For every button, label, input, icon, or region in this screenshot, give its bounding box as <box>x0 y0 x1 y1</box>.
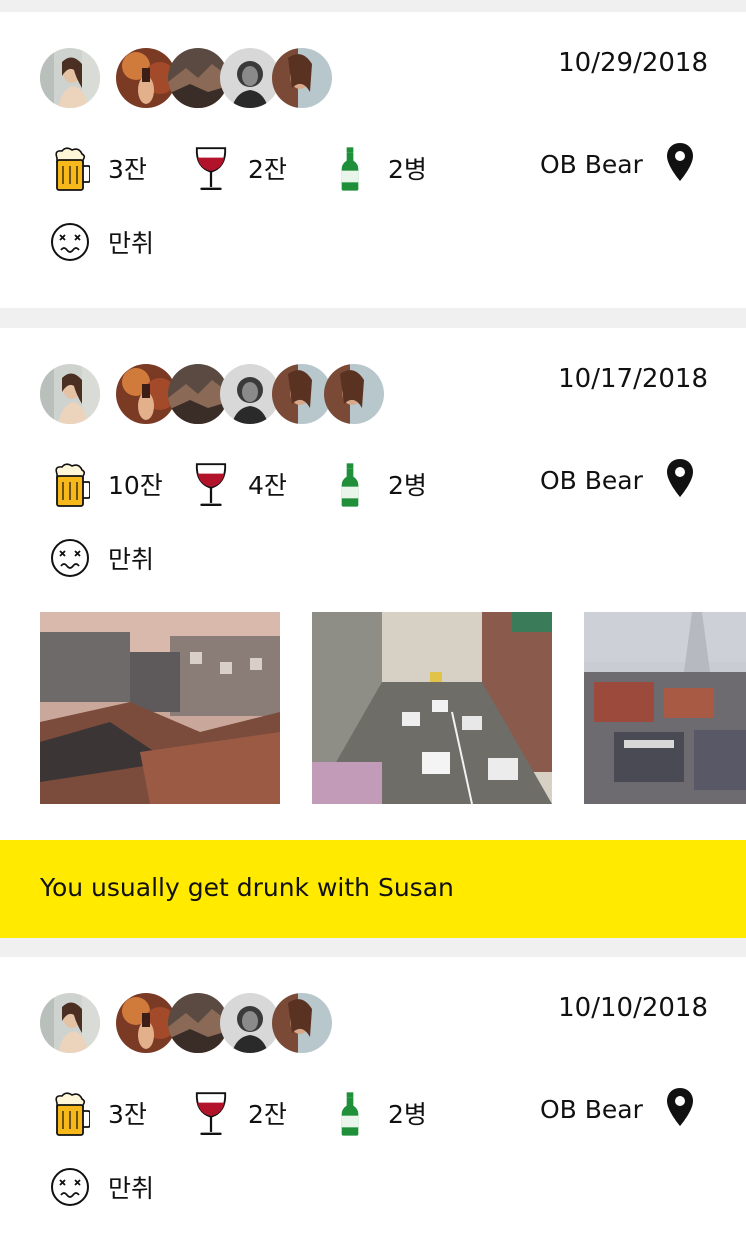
wine-count: 4잔 <box>248 471 287 500</box>
place-name[interactable]: OB Bear <box>540 466 643 495</box>
wine-glass-icon <box>194 1091 228 1137</box>
drunk-status-row: 만취 <box>0 1163 300 1213</box>
friend-avatar[interactable] <box>116 48 176 108</box>
friend-avatar[interactable] <box>168 993 228 1053</box>
drink-stats-row: 3잔 2잔 2병 OB Bear <box>0 138 746 198</box>
drink-stats-row: 10잔 4잔 2병 OB Bear <box>0 454 746 514</box>
beer-mug-icon <box>50 462 90 510</box>
dizzy-face-icon <box>50 222 90 262</box>
friend-avatar[interactable] <box>116 364 176 424</box>
drunk-status-row: 만취 <box>0 218 300 268</box>
friend-avatar[interactable] <box>272 48 332 108</box>
drink-log-card[interactable]: 10/29/2018 3잔 2잔 2병 OB Bear 만취 <box>0 12 746 308</box>
photo-thumbnail[interactable] <box>312 612 552 804</box>
drink-stats-row: 3잔 2잔 2병 OB Bear <box>0 1083 746 1143</box>
photo-thumbnail[interactable] <box>40 612 280 804</box>
friend-avatar[interactable] <box>220 48 280 108</box>
soju-bottle-icon <box>340 144 360 194</box>
map-pin-icon[interactable] <box>666 142 694 182</box>
photo-thumbnail[interactable] <box>584 612 746 804</box>
log-date: 10/29/2018 <box>558 48 708 78</box>
soju-count: 2병 <box>388 1100 427 1129</box>
dizzy-face-icon <box>50 538 90 578</box>
friend-avatar[interactable] <box>220 993 280 1053</box>
drunk-status-label: 만취 <box>108 545 155 574</box>
soju-bottle-icon <box>340 1089 360 1139</box>
friend-avatar[interactable] <box>116 993 176 1053</box>
drunk-status-label: 만취 <box>108 229 155 258</box>
user-avatar[interactable] <box>40 364 100 424</box>
friend-avatar[interactable] <box>220 364 280 424</box>
friend-avatar[interactable] <box>168 364 228 424</box>
place-name[interactable]: OB Bear <box>540 1095 643 1124</box>
wine-glass-icon <box>194 146 228 192</box>
insight-text: You usually get drunk with Susan <box>40 873 454 902</box>
drunk-status-row: 만취 <box>0 534 300 584</box>
drink-log-card[interactable]: 10/17/2018 10잔 4잔 2병 OB Bear 만취 <box>0 328 746 840</box>
friend-avatar[interactable] <box>324 364 384 424</box>
friend-avatar[interactable] <box>272 993 332 1053</box>
map-pin-icon[interactable] <box>666 458 694 498</box>
log-date: 10/17/2018 <box>558 364 708 394</box>
beer-count: 10잔 <box>108 471 163 500</box>
beer-count: 3잔 <box>108 155 147 184</box>
soju-count: 2병 <box>388 155 427 184</box>
wine-count: 2잔 <box>248 1100 287 1129</box>
soju-count: 2병 <box>388 471 427 500</box>
wine-glass-icon <box>194 462 228 508</box>
wine-count: 2잔 <box>248 155 287 184</box>
beer-count: 3잔 <box>108 1100 147 1129</box>
map-pin-icon[interactable] <box>666 1087 694 1127</box>
dizzy-face-icon <box>50 1167 90 1207</box>
friend-avatar[interactable] <box>272 364 332 424</box>
drunk-status-label: 만취 <box>108 1174 155 1203</box>
beer-mug-icon <box>50 146 90 194</box>
drink-log-card[interactable]: 10/10/2018 3잔 2잔 2병 OB Bear 만취 <box>0 957 746 1244</box>
log-date: 10/10/2018 <box>558 993 708 1023</box>
friend-avatar[interactable] <box>168 48 228 108</box>
place-name[interactable]: OB Bear <box>540 150 643 179</box>
insight-banner[interactable]: You usually get drunk with Susan <box>0 840 746 938</box>
user-avatar[interactable] <box>40 48 100 108</box>
beer-mug-icon <box>50 1091 90 1139</box>
user-avatar[interactable] <box>40 993 100 1053</box>
soju-bottle-icon <box>340 460 360 510</box>
